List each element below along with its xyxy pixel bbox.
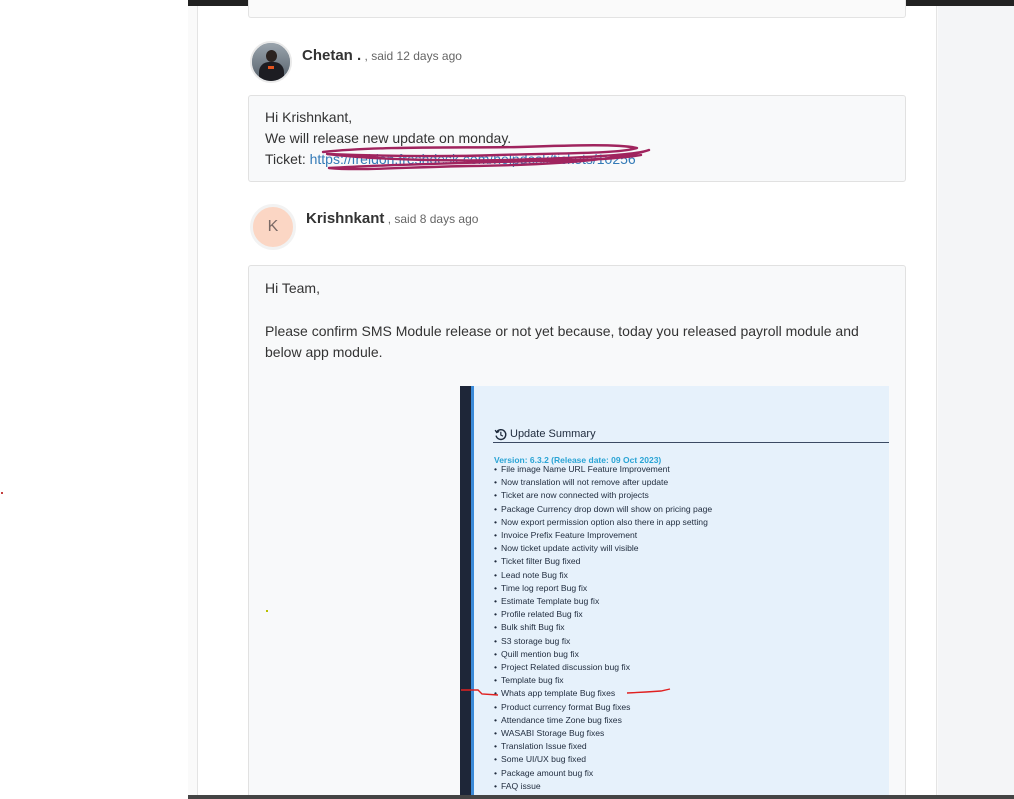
ticket-label: Ticket: — [265, 151, 310, 167]
update-list: File image Name URL Feature ImprovementN… — [494, 463, 712, 793]
update-item: Some UI/UX bug fixed — [494, 753, 712, 766]
update-item: WASABI Storage Bug fixes — [494, 727, 712, 740]
update-item: Bulk shift Bug fix — [494, 621, 712, 634]
ticket-link[interactable]: https://freidon.freshdesk.com/helpdesk/t… — [310, 151, 636, 167]
stray-dot — [1, 492, 3, 494]
update-item: Now translation will not remove after up… — [494, 476, 712, 489]
update-item: Attendance time Zone bug fixes — [494, 714, 712, 727]
update-item: S3 storage bug fix — [494, 635, 712, 648]
update-item: Invoice Prefix Feature Improvement — [494, 529, 712, 542]
bottom-bar — [188, 795, 1014, 799]
update-item: Translation Issue fixed — [494, 740, 712, 753]
comment-author[interactable]: Krishnkant — [306, 210, 384, 227]
comment-meta: Krishnkant , said 8 days ago — [306, 210, 478, 227]
update-item: Package Currency drop down will show on … — [494, 503, 712, 516]
update-item: Template bug fix — [494, 674, 712, 687]
update-item: FAQ issue — [494, 780, 712, 793]
avatar[interactable] — [250, 41, 292, 83]
comment-line: Hi Krishnkant, — [265, 109, 353, 125]
avatar[interactable]: K — [250, 204, 296, 250]
comment-header: Chetan . , said 12 days ago — [250, 41, 462, 83]
update-item: Now ticket update activity will visible — [494, 542, 712, 555]
update-item: Profile related Bug fix — [494, 608, 712, 621]
discussion-column: Chetan . , said 12 days ago Hi Krishnkan… — [197, 0, 937, 799]
update-item: Lead note Bug fix — [494, 569, 712, 582]
update-item: Quill mention bug fix — [494, 648, 712, 661]
stray-dot — [266, 610, 268, 612]
update-item: Ticket are now connected with projects — [494, 489, 712, 502]
comment-header: K Krishnkant , said 8 days ago — [250, 204, 478, 250]
comment-line: We will release new update on monday. — [265, 130, 512, 146]
comment-meta: Chetan . , said 12 days ago — [302, 47, 462, 64]
update-item: Time log report Bug fix — [494, 582, 712, 595]
comment-time: , said 8 days ago — [387, 211, 479, 226]
update-item: Whats app template Bug fixes — [494, 687, 712, 700]
history-icon — [494, 428, 507, 441]
update-item: Package amount bug fix — [494, 767, 712, 780]
update-item: Product currency format Bug fixes — [494, 701, 712, 714]
update-item: Now export permission option also there … — [494, 516, 712, 529]
update-item: File image Name URL Feature Improvement — [494, 463, 712, 476]
ticket-line: Ticket: https://freidon.freshdesk.com/he… — [265, 149, 889, 170]
update-item: Ticket filter Bug fixed — [494, 555, 712, 568]
attached-screenshot[interactable]: Update Summary Version: 6.3.2 (Release d… — [460, 386, 889, 799]
comment-body: Please confirm SMS Module release or not… — [265, 323, 859, 360]
previous-comment-card — [248, 0, 906, 18]
avatar-letter: K — [267, 218, 279, 235]
left-blank-area — [0, 0, 188, 799]
update-item: Estimate Template bug fix — [494, 595, 712, 608]
comment-greeting: Hi Team, — [265, 280, 320, 296]
screenshot-sidebar-accent — [471, 386, 474, 799]
discussion-frame: Chetan . , said 12 days ago Hi Krishnkan… — [188, 0, 1014, 799]
right-panel — [938, 6, 1014, 795]
update-item: Project Related discussion bug fix — [494, 661, 712, 674]
comment-card: Hi Team, Please confirm SMS Module relea… — [248, 265, 906, 799]
comment-card: Hi Krishnkant, We will release new updat… — [248, 95, 906, 182]
comment-time: , said 12 days ago — [364, 48, 462, 63]
title-divider — [493, 442, 889, 443]
comment-author[interactable]: Chetan . — [302, 47, 361, 64]
